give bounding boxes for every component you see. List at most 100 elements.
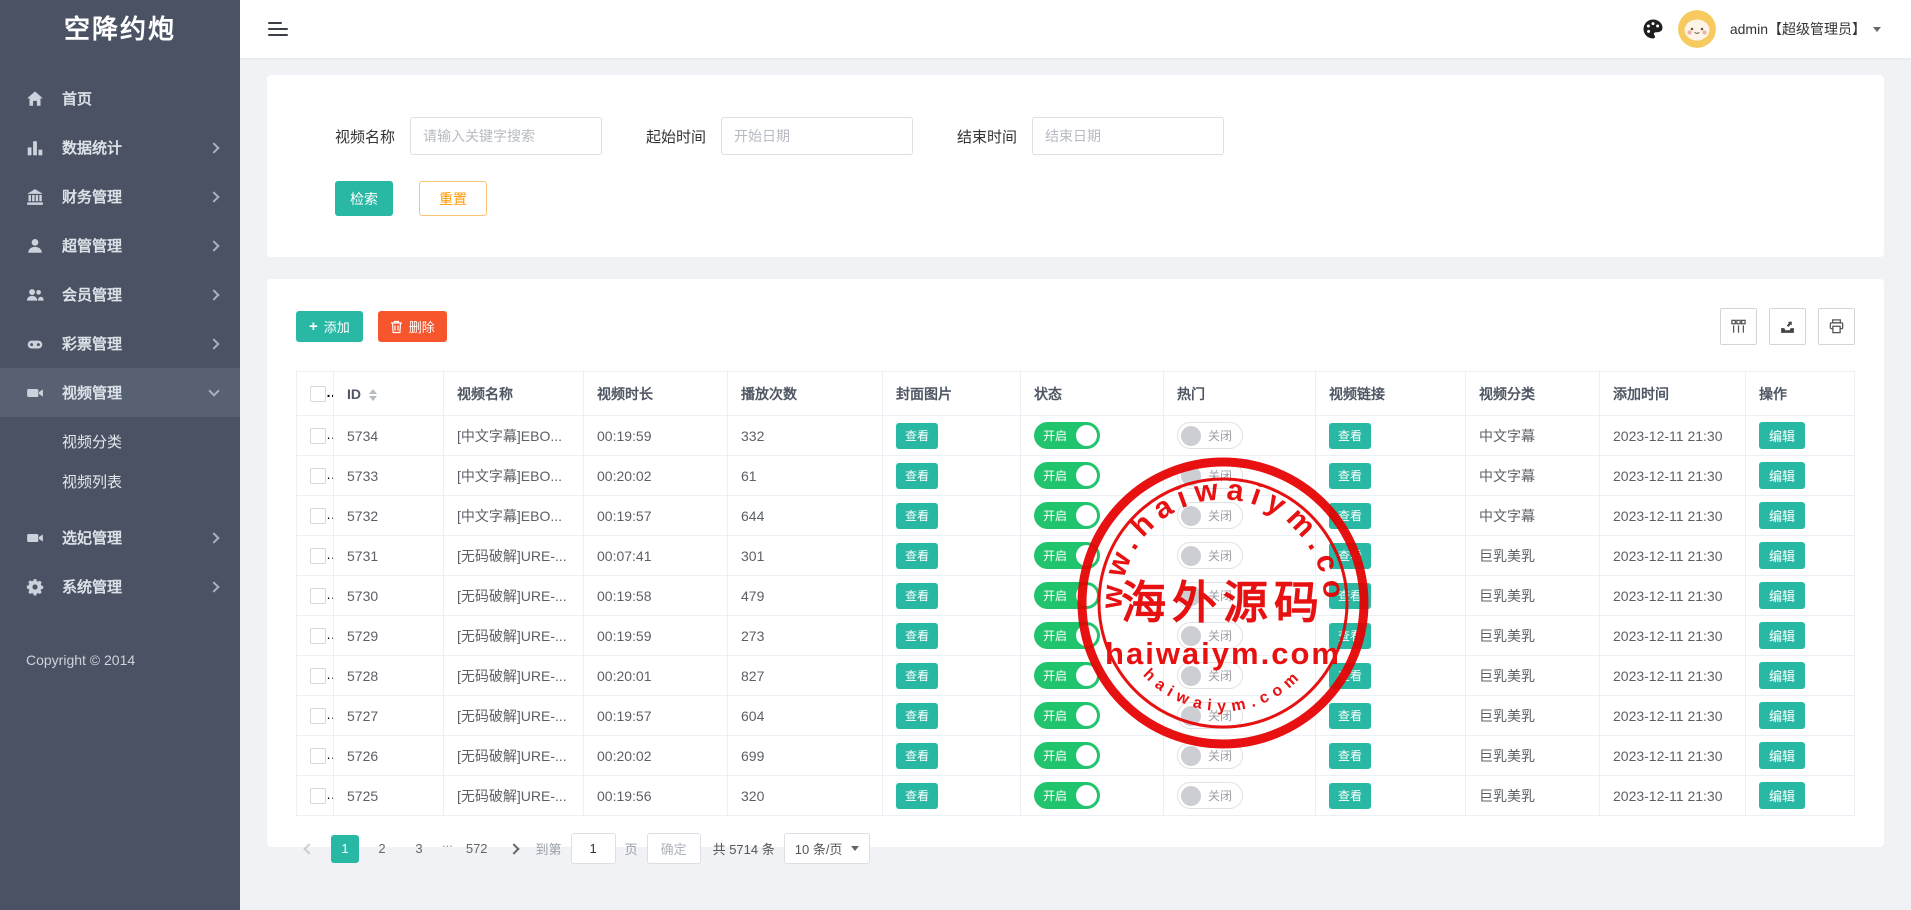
edit-button[interactable]: 编辑 <box>1759 542 1805 569</box>
delete-button[interactable]: 删除 <box>1814 702 1854 729</box>
next-page-button[interactable] <box>501 835 527 863</box>
cover-view-button[interactable]: 查看 <box>896 583 938 609</box>
edit-button[interactable]: 编辑 <box>1759 502 1805 529</box>
export-button[interactable] <box>1769 308 1806 345</box>
row-checkbox[interactable] <box>310 668 326 684</box>
delete-button[interactable]: 删除 <box>1814 782 1854 809</box>
reset-button[interactable]: 重置 <box>419 181 487 216</box>
status-toggle-on[interactable]: 开启 <box>1034 502 1100 529</box>
link-view-button[interactable]: 查看 <box>1329 543 1371 569</box>
start-date-input[interactable] <box>721 117 913 155</box>
link-view-button[interactable]: 查看 <box>1329 583 1371 609</box>
cover-view-button[interactable]: 查看 <box>896 503 938 529</box>
status-toggle-on[interactable]: 开启 <box>1034 422 1100 449</box>
link-view-button[interactable]: 查看 <box>1329 703 1371 729</box>
page-button-1[interactable]: 1 <box>331 835 359 863</box>
row-checkbox[interactable] <box>310 708 326 724</box>
sort-icon[interactable] <box>369 389 377 401</box>
edit-button[interactable]: 编辑 <box>1759 782 1805 809</box>
hot-toggle-off[interactable]: 关闭 <box>1177 702 1243 729</box>
print-button[interactable] <box>1818 308 1855 345</box>
delete-button[interactable]: 删除 <box>1814 542 1854 569</box>
cover-view-button[interactable]: 查看 <box>896 663 938 689</box>
hot-toggle-off[interactable]: 关闭 <box>1177 742 1243 769</box>
edit-button[interactable]: 编辑 <box>1759 422 1805 449</box>
status-toggle-on[interactable]: 开启 <box>1034 702 1100 729</box>
cover-view-button[interactable]: 查看 <box>896 623 938 649</box>
hot-toggle-off[interactable]: 关闭 <box>1177 662 1243 689</box>
edit-button[interactable]: 编辑 <box>1759 662 1805 689</box>
cover-view-button[interactable]: 查看 <box>896 783 938 809</box>
sidebar-item-超管管理[interactable]: 超管管理 <box>0 221 240 270</box>
video-name-input[interactable] <box>410 117 602 155</box>
link-view-button[interactable]: 查看 <box>1329 743 1371 769</box>
edit-button[interactable]: 编辑 <box>1759 622 1805 649</box>
link-view-button[interactable]: 查看 <box>1329 623 1371 649</box>
sidebar-item-会员管理[interactable]: 会员管理 <box>0 270 240 319</box>
page-button-572[interactable]: 572 <box>462 835 492 863</box>
link-view-button[interactable]: 查看 <box>1329 503 1371 529</box>
theme-palette-icon[interactable] <box>1642 18 1664 40</box>
cover-view-button[interactable]: 查看 <box>896 463 938 489</box>
link-view-button[interactable]: 查看 <box>1329 463 1371 489</box>
row-checkbox[interactable] <box>310 628 326 644</box>
sidebar-item-彩票管理[interactable]: 彩票管理 <box>0 319 240 368</box>
select-all-checkbox[interactable] <box>310 386 326 402</box>
status-toggle-on[interactable]: 开启 <box>1034 462 1100 489</box>
sidebar-item-视频管理[interactable]: 视频管理 <box>0 368 240 417</box>
link-view-button[interactable]: 查看 <box>1329 663 1371 689</box>
status-toggle-on[interactable]: 开启 <box>1034 782 1100 809</box>
hot-toggle-off[interactable]: 关闭 <box>1177 622 1243 649</box>
page-button-3[interactable]: 3 <box>405 835 433 863</box>
link-view-button[interactable]: 查看 <box>1329 423 1371 449</box>
status-toggle-on[interactable]: 开启 <box>1034 622 1100 649</box>
sidebar-item-数据统计[interactable]: 数据统计 <box>0 123 240 172</box>
end-date-input[interactable] <box>1032 117 1224 155</box>
delete-button[interactable]: 删除 <box>1814 662 1854 689</box>
cover-view-button[interactable]: 查看 <box>896 703 938 729</box>
user-menu[interactable]: admin【超级管理员】 <box>1730 19 1881 39</box>
hot-toggle-off[interactable]: 关闭 <box>1177 422 1243 449</box>
delete-button[interactable]: 删除 <box>1814 622 1854 649</box>
user-avatar[interactable] <box>1678 10 1716 48</box>
sidebar-subitem-视频分类[interactable]: 视频分类 <box>0 423 240 463</box>
row-checkbox[interactable] <box>310 788 326 804</box>
hot-toggle-off[interactable]: 关闭 <box>1177 462 1243 489</box>
sidebar-item-首页[interactable]: 首页 <box>0 74 240 123</box>
status-toggle-on[interactable]: 开启 <box>1034 582 1100 609</box>
search-button[interactable]: 检索 <box>335 181 393 216</box>
edit-button[interactable]: 编辑 <box>1759 702 1805 729</box>
page-button-2[interactable]: 2 <box>368 835 396 863</box>
col-id[interactable]: ID <box>334 372 444 416</box>
row-checkbox[interactable] <box>310 748 326 764</box>
cover-view-button[interactable]: 查看 <box>896 423 938 449</box>
row-checkbox[interactable] <box>310 468 326 484</box>
prev-page-button[interactable] <box>296 835 322 863</box>
status-toggle-on[interactable]: 开启 <box>1034 662 1100 689</box>
goto-confirm-button[interactable]: 确定 <box>647 833 701 864</box>
menu-toggle-icon[interactable] <box>268 18 288 40</box>
status-toggle-on[interactable]: 开启 <box>1034 742 1100 769</box>
delete-button[interactable]: 删除 <box>1814 422 1854 449</box>
row-checkbox[interactable] <box>310 428 326 444</box>
edit-button[interactable]: 编辑 <box>1759 462 1805 489</box>
cover-view-button[interactable]: 查看 <box>896 543 938 569</box>
edit-button[interactable]: 编辑 <box>1759 582 1805 609</box>
row-checkbox[interactable] <box>310 548 326 564</box>
delete-button[interactable]: 删除 <box>1814 462 1854 489</box>
hot-toggle-off[interactable]: 关闭 <box>1177 502 1243 529</box>
sidebar-item-财务管理[interactable]: 财务管理 <box>0 172 240 221</box>
row-checkbox[interactable] <box>310 588 326 604</box>
sidebar-item-选妃管理[interactable]: 选妃管理 <box>0 513 240 562</box>
delete-button[interactable]: 删除 <box>1814 582 1854 609</box>
delete-button[interactable]: 删除 <box>1814 502 1854 529</box>
cover-view-button[interactable]: 查看 <box>896 743 938 769</box>
delete-button[interactable]: 删除 <box>1814 742 1854 769</box>
edit-button[interactable]: 编辑 <box>1759 742 1805 769</box>
status-toggle-on[interactable]: 开启 <box>1034 542 1100 569</box>
filter-columns-button[interactable] <box>1720 308 1757 345</box>
hot-toggle-off[interactable]: 关闭 <box>1177 542 1243 569</box>
sidebar-item-系统管理[interactable]: 系统管理 <box>0 562 240 611</box>
goto-page-input[interactable] <box>571 833 616 864</box>
link-view-button[interactable]: 查看 <box>1329 783 1371 809</box>
